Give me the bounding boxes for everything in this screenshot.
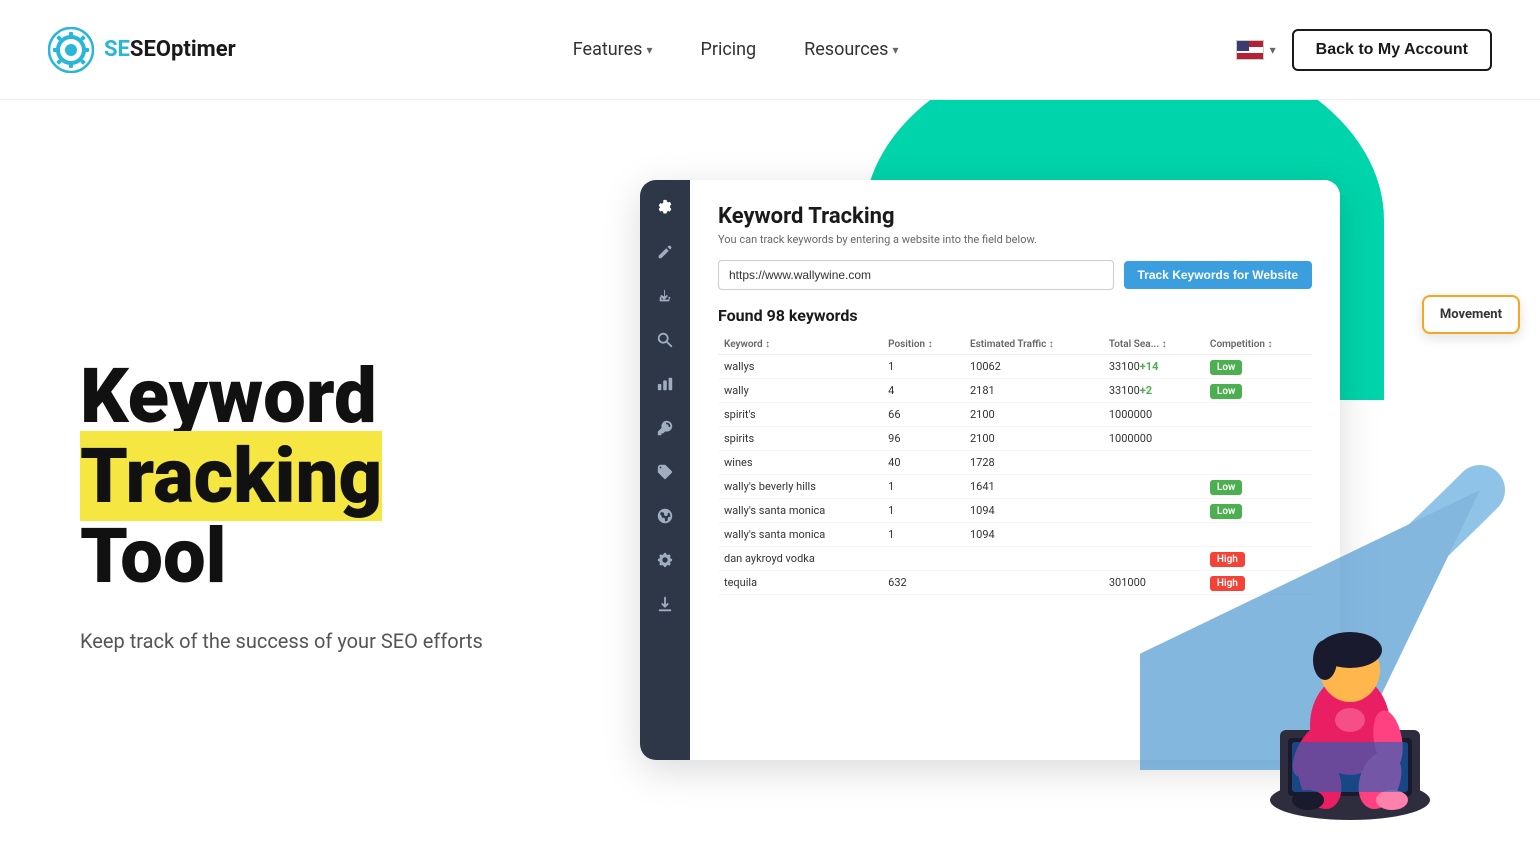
cell-position: 66 (882, 403, 964, 427)
chevron-down-icon: ▾ (892, 43, 898, 57)
header-right: ▾ Back to My Account (1236, 29, 1492, 71)
track-keywords-button[interactable]: Track Keywords for Website (1124, 261, 1313, 289)
table-header-row: Keyword ↕ Position ↕ Estimated Traffic ↕… (718, 335, 1312, 355)
cell-total: 33100+2 (1103, 379, 1204, 403)
cell-traffic: 1094 (964, 523, 1103, 547)
cell-traffic: 1641 (964, 475, 1103, 499)
cell-position (882, 547, 964, 571)
chevron-down-icon: ▾ (1270, 43, 1276, 57)
main-content: Keyword Tracking Tool Keep track of the … (0, 100, 1540, 850)
cell-keyword: wally's beverly hills (718, 475, 882, 499)
cell-position: 1 (882, 355, 964, 379)
sidebar-chart-icon[interactable] (653, 372, 677, 396)
person-illustration (1220, 530, 1480, 850)
hero-title: Keyword Tracking Tool (80, 357, 580, 596)
table-row: spirits 96 2100 1000000 (718, 427, 1312, 451)
cell-total: 1000000 (1103, 403, 1204, 427)
found-keywords-count: Found 98 keywords (718, 306, 1312, 325)
sidebar-share-icon[interactable] (653, 284, 677, 308)
hero-subtitle: Keep track of the success of your SEO ef… (80, 629, 580, 653)
chevron-down-icon: ▾ (646, 43, 652, 57)
cell-keyword: wally (718, 379, 882, 403)
cell-position: 1 (882, 499, 964, 523)
back-to-account-button[interactable]: Back to My Account (1292, 29, 1492, 71)
cell-traffic (964, 547, 1103, 571)
cell-keyword: spirit's (718, 403, 882, 427)
sidebar-gear-icon[interactable] (653, 196, 677, 220)
hero-text: Keyword Tracking Tool Keep track of the … (80, 297, 580, 652)
cell-position: 632 (882, 571, 964, 595)
cell-keyword: wally's santa monica (718, 499, 882, 523)
cell-keyword: wallys (718, 355, 882, 379)
col-keyword: Keyword ↕ (718, 335, 882, 355)
nav-resources[interactable]: Resources ▾ (804, 39, 898, 60)
sidebar-settings-icon[interactable] (653, 548, 677, 572)
cell-position: 96 (882, 427, 964, 451)
cell-competition: Low (1204, 379, 1312, 403)
search-row: Track Keywords for Website (718, 260, 1312, 290)
logo-text: SESEOptimer (104, 37, 236, 62)
sidebar-search-icon[interactable] (653, 328, 677, 352)
sidebar-edit-icon[interactable] (653, 240, 677, 264)
cell-traffic: 1094 (964, 499, 1103, 523)
language-selector[interactable]: ▾ (1236, 40, 1276, 60)
nav-pricing[interactable]: Pricing (700, 39, 756, 60)
sidebar-globe-icon[interactable] (653, 504, 677, 528)
flag-icon (1236, 40, 1264, 60)
col-total: Total Sea... ↕ (1103, 335, 1204, 355)
table-row: wally 4 2181 33100+2 Low (718, 379, 1312, 403)
website-search-input[interactable] (718, 260, 1114, 290)
col-position: Position ↕ (882, 335, 964, 355)
logo-icon (48, 27, 94, 73)
cell-total: 1000000 (1103, 427, 1204, 451)
col-traffic: Estimated Traffic ↕ (964, 335, 1103, 355)
cell-traffic (964, 571, 1103, 595)
cell-position: 4 (882, 379, 964, 403)
sidebar-tag-icon[interactable] (653, 460, 677, 484)
cell-traffic: 1728 (964, 451, 1103, 475)
cell-total: 33100+14 (1103, 355, 1204, 379)
table-row: spirit's 66 2100 1000000 (718, 403, 1312, 427)
cell-competition (1204, 427, 1312, 451)
competition-badge: Low (1210, 384, 1242, 399)
movement-value: +14 (1140, 360, 1159, 373)
cell-traffic: 10062 (964, 355, 1103, 379)
cell-traffic: 2181 (964, 379, 1103, 403)
hero-right: Keyword Tracking You can track keywords … (580, 100, 1460, 850)
movement-popup: Movement (1422, 295, 1520, 334)
cell-position: 1 (882, 523, 964, 547)
cell-competition: Low (1204, 355, 1312, 379)
nav-features[interactable]: Features ▾ (573, 39, 653, 60)
cell-keyword: spirits (718, 427, 882, 451)
sidebar-export-icon[interactable] (653, 592, 677, 616)
navigation: Features ▾ Pricing Resources ▾ (573, 39, 899, 60)
cell-position: 40 (882, 451, 964, 475)
table-row: wallys 1 10062 33100+14 Low (718, 355, 1312, 379)
competition-badge: Low (1210, 360, 1242, 375)
cell-traffic: 2100 (964, 403, 1103, 427)
logo[interactable]: SESEOptimer (48, 27, 236, 73)
col-competition: Competition ↕ (1204, 335, 1312, 355)
dashboard-title: Keyword Tracking (718, 204, 1312, 229)
cell-traffic: 2100 (964, 427, 1103, 451)
sidebar-key-icon[interactable] (653, 416, 677, 440)
cell-keyword: dan aykroyd vodka (718, 547, 882, 571)
movement-value: +2 (1140, 384, 1152, 397)
cell-keyword: wines (718, 451, 882, 475)
dashboard-subtitle: You can track keywords by entering a web… (718, 233, 1312, 246)
cell-keyword: wally's santa monica (718, 523, 882, 547)
cell-competition (1204, 403, 1312, 427)
cell-keyword: tequila (718, 571, 882, 595)
header: SESEOptimer Features ▾ Pricing Resources… (0, 0, 1540, 100)
dashboard-sidebar (640, 180, 690, 760)
cell-position: 1 (882, 475, 964, 499)
